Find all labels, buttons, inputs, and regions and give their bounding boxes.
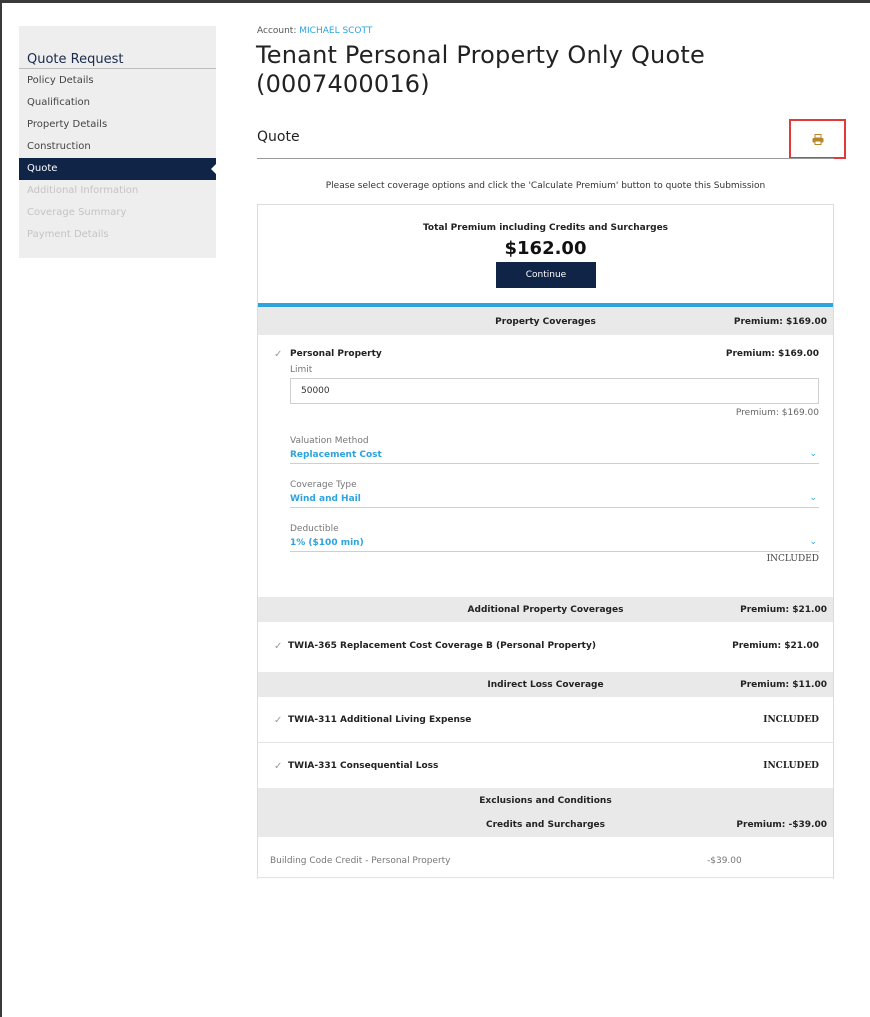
account-label: Account: [257, 26, 297, 36]
sidebar-item-quote[interactable]: Quote [19, 158, 216, 180]
limit-input[interactable] [290, 378, 819, 404]
property-coverages-premium: Premium: $169.00 [733, 317, 827, 327]
sidebar-item-qualification[interactable]: Qualification [19, 92, 216, 114]
sidebar-item-construction[interactable]: Construction [19, 136, 216, 158]
check-icon: ✓ [274, 641, 283, 652]
window-frame-top [0, 0, 870, 3]
sidebar-item-payment-details: Payment Details [27, 229, 109, 240]
check-icon: ✓ [274, 349, 283, 360]
sidebar-item-coverage-summary: Coverage Summary [27, 207, 127, 218]
coverage-name: TWIA-365 Replacement Cost Coverage B (Pe… [288, 641, 596, 651]
exclusions-credits-header: Exclusions and Conditions Credits and Su… [258, 788, 833, 837]
sidebar-item-property-details[interactable]: Property Details [19, 114, 216, 136]
sidebar: Quote Request Policy Details Qualificati… [19, 26, 216, 258]
valuation-method-value: Replacement Cost [290, 450, 382, 460]
check-icon: ✓ [274, 715, 283, 726]
continue-button[interactable]: Continue [496, 262, 596, 288]
window-frame-left [0, 0, 2, 1017]
coverage-status: INCLUDED [763, 715, 819, 725]
total-premium-label: Total Premium including Credits and Surc… [422, 223, 669, 233]
sidebar-list: Policy Details Qualification Property De… [19, 70, 216, 246]
section-title: Quote [257, 129, 300, 145]
deductible-value: 1% ($100 min) [290, 538, 364, 548]
chevron-down-icon: ⌄ [809, 537, 817, 547]
credits-premium: Premium: -$39.00 [736, 820, 827, 830]
sidebar-item-additional-information: Additional Information [27, 185, 139, 196]
coverage-name: TWIA-331 Consequential Loss [288, 761, 439, 771]
credit-amount: -$39.00 [707, 856, 742, 866]
exclusions-title: Exclusions and Conditions [479, 796, 612, 806]
total-premium-box: Total Premium including Credits and Surc… [258, 204, 833, 304]
additional-coverages-header: Additional Property Coverages Premium: $… [258, 597, 833, 622]
chevron-down-icon: ⌄ [809, 493, 817, 503]
coverage-premium: Premium: $21.00 [732, 641, 819, 651]
coverage-row-twia-365: ✓ TWIA-365 Replacement Cost Coverage B (… [258, 641, 833, 655]
deductible-status: INCLUDED [766, 554, 819, 564]
credit-name: Building Code Credit - Personal Property [270, 856, 451, 866]
print-button[interactable] [789, 119, 846, 159]
page-title: Tenant Personal Property Only Quote (000… [256, 41, 705, 98]
coverage-type-label: Coverage Type [290, 480, 357, 490]
coverage-row-twia-311: ✓ TWIA-311 Additional Living Expense INC… [258, 715, 833, 729]
coverage-row-twia-331: ✓ TWIA-331 Consequential Loss INCLUDED [258, 761, 833, 775]
valuation-method-select[interactable]: Replacement Cost ⌄ [290, 449, 819, 464]
quote-panel: Total Premium including Credits and Surc… [257, 204, 834, 879]
limit-premium: Premium: $169.00 [735, 408, 819, 418]
deductible-select[interactable]: 1% ($100 min) ⌄ [290, 537, 819, 552]
valuation-method-label: Valuation Method [290, 436, 369, 446]
total-premium-value: $162.00 [504, 238, 587, 259]
indirect-loss-premium: Premium: $11.00 [740, 680, 827, 690]
coverage-name: TWIA-311 Additional Living Expense [288, 715, 472, 725]
check-icon: ✓ [274, 761, 283, 772]
sidebar-item-policy-details[interactable]: Policy Details [19, 70, 216, 92]
row-divider [258, 742, 833, 743]
account-name-link[interactable]: MICHAEL SCOTT [299, 26, 372, 36]
coverage-type-select[interactable]: Wind and Hail ⌄ [290, 493, 819, 508]
limit-label: Limit [290, 365, 313, 375]
indirect-loss-header: Indirect Loss Coverage Premium: $11.00 [258, 672, 833, 697]
sidebar-title: Quote Request [19, 26, 216, 69]
coverage-type-value: Wind and Hail [290, 494, 361, 504]
deductible-label: Deductible [290, 524, 339, 534]
personal-property-row: ✓ Personal Property Premium: $169.00 [258, 349, 833, 363]
additional-coverages-premium: Premium: $21.00 [740, 605, 827, 615]
account-line: Account: MICHAEL SCOTT [257, 26, 372, 36]
credit-row: Building Code Credit - Personal Property… [258, 842, 833, 878]
instruction-text: Please select coverage options and click… [325, 181, 766, 191]
section-divider [257, 158, 834, 159]
print-icon [812, 133, 823, 145]
personal-property-name: Personal Property [290, 349, 382, 359]
personal-property-premium: Premium: $169.00 [725, 349, 819, 359]
coverage-status: INCLUDED [763, 761, 819, 771]
chevron-down-icon: ⌄ [809, 449, 817, 459]
property-coverages-header: Property Coverages Premium: $169.00 [258, 307, 833, 335]
